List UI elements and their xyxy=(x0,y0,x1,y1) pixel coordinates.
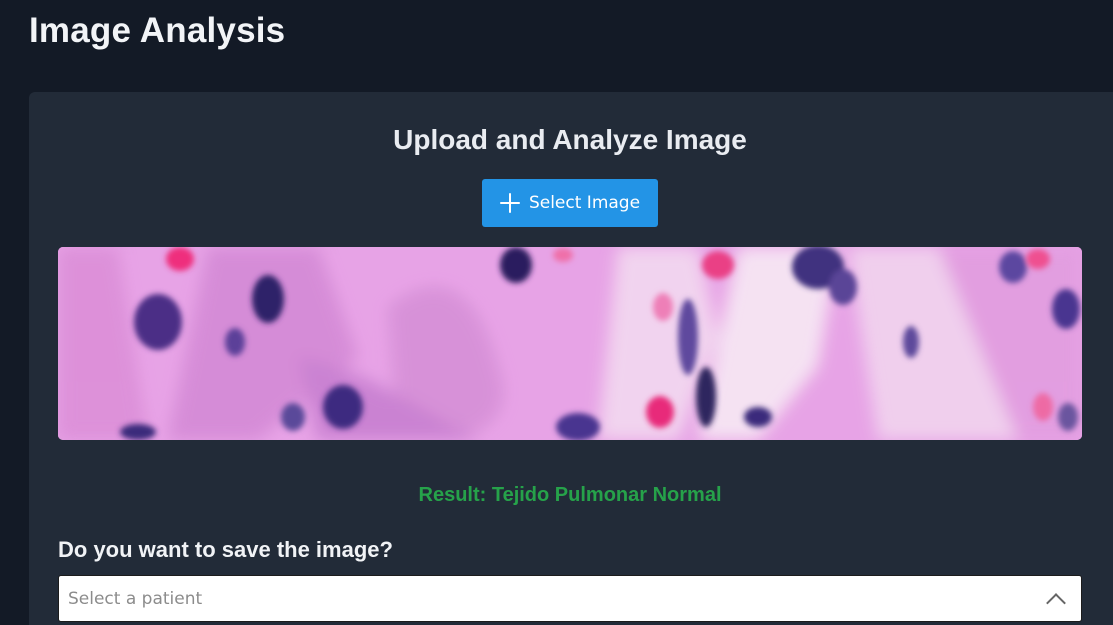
plus-icon xyxy=(499,193,520,213)
analysis-result: Result: Tejido Pulmonar Normal xyxy=(418,484,722,506)
upload-heading: Upload and Analyze Image xyxy=(393,124,747,155)
histology-image xyxy=(58,247,1082,440)
chevron-up-icon[interactable] xyxy=(1046,592,1066,613)
image-preview xyxy=(58,247,1082,440)
patient-select-placeholder: Select a patient xyxy=(68,588,203,609)
save-image-question: Do you want to save the image? xyxy=(58,537,393,562)
select-image-label: Select Image xyxy=(528,193,641,213)
page-title: Image Analysis xyxy=(29,11,286,50)
image-analysis-page: Image Analysis Upload and Analyze Image … xyxy=(0,0,1113,625)
patient-select[interactable]: Select a patient xyxy=(58,575,1082,622)
select-image-button[interactable]: Select Image xyxy=(482,179,658,227)
